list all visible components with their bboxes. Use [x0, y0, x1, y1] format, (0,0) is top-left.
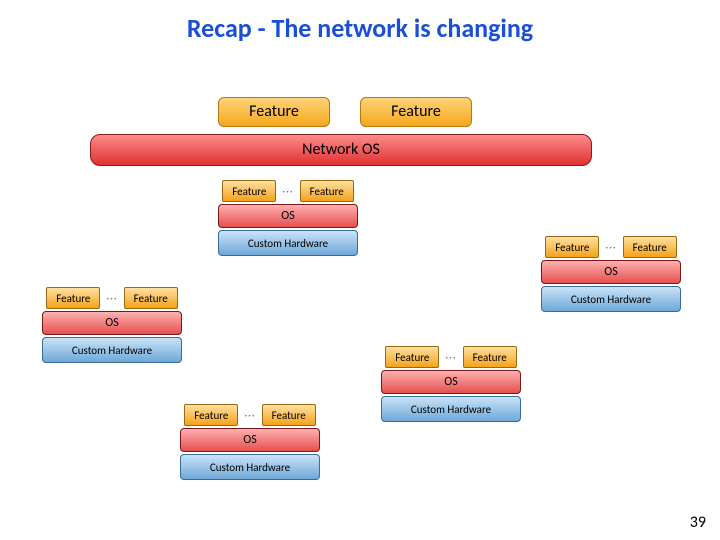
os-box: OS — [541, 260, 681, 284]
feature-box: Feature — [184, 404, 238, 426]
feature-box: Feature — [46, 287, 100, 309]
feature-box: Feature — [222, 180, 276, 202]
page-title: Recap - The network is changing — [0, 12, 720, 44]
os-box: OS — [180, 428, 320, 452]
ellipsis-icon: ··· — [106, 292, 117, 305]
feature-box: Feature — [463, 346, 517, 368]
ellipsis-icon: ··· — [605, 241, 616, 254]
feature-box: Feature — [623, 236, 677, 258]
os-box: OS — [381, 370, 521, 394]
top-feature-right: Feature — [360, 97, 472, 127]
device-stack: Feature ··· Feature OS Custom Hardware — [541, 236, 681, 312]
hardware-box: Custom Hardware — [42, 337, 182, 363]
hardware-box: Custom Hardware — [218, 230, 358, 256]
feature-box: Feature — [385, 346, 439, 368]
feature-box: Feature — [262, 404, 316, 426]
top-feature-left: Feature — [218, 97, 330, 127]
network-os-bar: Network OS — [90, 134, 592, 166]
feature-box: Feature — [545, 236, 599, 258]
feature-box: Feature — [300, 180, 354, 202]
device-stack: Feature ··· Feature OS Custom Hardware — [180, 404, 320, 480]
os-box: OS — [218, 204, 358, 228]
feature-box: Feature — [124, 287, 178, 309]
ellipsis-icon: ··· — [282, 185, 293, 198]
hardware-box: Custom Hardware — [541, 286, 681, 312]
device-stack: Feature ··· Feature OS Custom Hardware — [42, 287, 182, 363]
hardware-box: Custom Hardware — [381, 396, 521, 422]
device-stack: Feature ··· Feature OS Custom Hardware — [218, 180, 358, 256]
page-number: 39 — [690, 513, 706, 532]
ellipsis-icon: ··· — [244, 409, 255, 422]
device-stack: Feature ··· Feature OS Custom Hardware — [381, 346, 521, 422]
hardware-box: Custom Hardware — [180, 454, 320, 480]
ellipsis-icon: ··· — [445, 351, 456, 364]
os-box: OS — [42, 311, 182, 335]
